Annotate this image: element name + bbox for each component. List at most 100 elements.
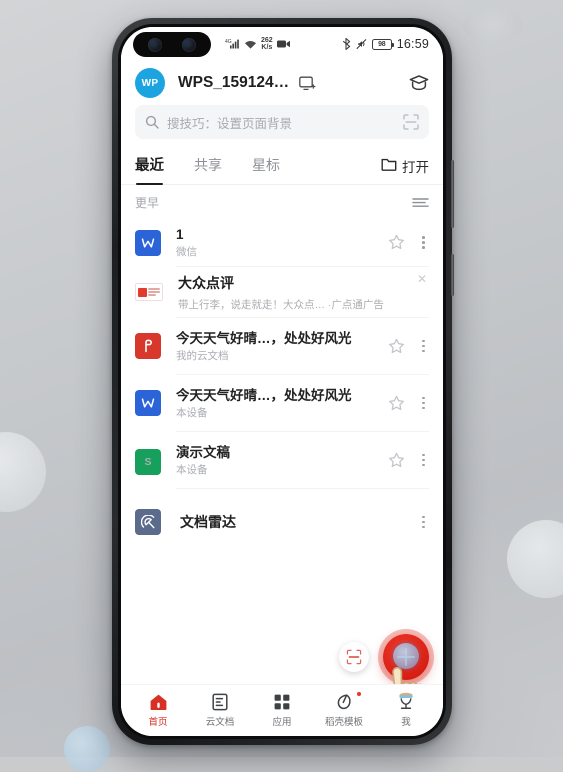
list-item-title: 1 xyxy=(176,227,184,242)
more-vertical-icon[interactable] xyxy=(418,514,429,531)
scan-fab[interactable] xyxy=(339,642,369,672)
apps-grid-icon xyxy=(273,692,291,711)
wifi-icon xyxy=(244,39,257,50)
ad-list-item[interactable]: 大众点评 带上行李，说走就走！大众点… ·广点通广告 ✕ xyxy=(135,267,429,317)
status-bar-clock: 16:59 xyxy=(396,37,429,51)
net-speed-unit: K/s xyxy=(261,44,273,51)
cast-screen-icon[interactable] xyxy=(299,76,316,91)
list-item-title: 今天天气好晴…，处处好风光 xyxy=(176,330,352,346)
pdf-file-icon xyxy=(135,333,161,359)
list-item-title: 文档雷达 xyxy=(180,514,236,530)
scan-frame-icon xyxy=(346,649,362,665)
punch-hole-camera xyxy=(133,32,211,57)
tab-shared[interactable]: 共享 xyxy=(194,155,222,177)
mute-icon xyxy=(356,38,367,50)
list-item[interactable]: 今天天气好晴…，处处好风光 我的云文档 xyxy=(135,318,429,374)
search-placeholder: 搜技巧：设置页面背景 xyxy=(167,116,293,131)
list-item[interactable]: 1 微信 xyxy=(135,219,429,266)
signal-icon: 4G xyxy=(225,38,240,50)
list-item-meta: 1 微信 xyxy=(176,227,388,258)
nav-label-home: 首页 xyxy=(148,716,168,728)
filter-sort-icon[interactable] xyxy=(412,196,429,208)
more-vertical-icon[interactable] xyxy=(418,338,429,355)
camera-lens-right xyxy=(182,37,196,52)
document-radar-icon xyxy=(135,509,161,535)
bottom-navigation-bar: 首页 云文档 应用 稻壳模板 我 xyxy=(121,684,443,736)
nav-item-profile[interactable]: 我 xyxy=(375,692,437,728)
battery-icon: 98 xyxy=(371,38,394,50)
avatar[interactable]: WP xyxy=(135,68,165,98)
search-input[interactable]: 搜技巧：设置页面背景 xyxy=(135,105,429,139)
tab-bar: 最近 共享 星标 打开 xyxy=(121,147,443,185)
network-speed-indicator: 262 K/s xyxy=(261,37,273,52)
search-icon xyxy=(145,115,159,129)
background-blur-bottom-left xyxy=(64,726,110,772)
spreadsheet-glyph: S xyxy=(144,455,152,468)
dianping-ad-icon xyxy=(135,283,163,301)
cloud-document-icon xyxy=(211,692,229,711)
nav-item-cloud-docs[interactable]: 云文档 xyxy=(189,692,251,728)
nav-item-templates[interactable]: 稻壳模板 xyxy=(313,691,375,728)
notification-badge-dot xyxy=(356,691,361,696)
ad-subtitle: 带上行李，说走就走！大众点… ·广点通广告 xyxy=(178,298,384,311)
tab-starred[interactable]: 星标 xyxy=(252,155,280,177)
word-file-icon xyxy=(135,229,161,256)
background-blur-top-right xyxy=(463,8,523,42)
list-item-meta: 演示文稿 本设备 xyxy=(176,445,388,476)
phone-screen: 4G 262 K/s 98 16:59 WP WPS_159124… 搜技巧：设… xyxy=(121,27,443,736)
svg-text:4G: 4G xyxy=(225,39,232,45)
star-outline-icon[interactable] xyxy=(388,338,405,355)
list-item-title: 演示文稿 xyxy=(176,444,230,460)
spreadsheet-file-icon: S xyxy=(135,448,161,475)
volume-button[interactable] xyxy=(451,160,454,228)
section-label: 更早 xyxy=(135,195,160,210)
power-button[interactable] xyxy=(451,254,454,296)
graduation-cap-icon[interactable] xyxy=(409,74,429,93)
status-bar-right-icons: 98 16:59 xyxy=(342,37,429,51)
scan-document-icon[interactable] xyxy=(403,114,419,130)
list-item[interactable]: 今天天气好晴…，处处好风光 本设备 xyxy=(135,375,429,431)
section-header: 更早 xyxy=(135,185,429,219)
list-item-subtitle: 本设备 xyxy=(176,463,208,476)
battery-level: 98 xyxy=(378,40,386,48)
search-bar-container: 搜技巧：设置页面背景 xyxy=(121,105,443,147)
document-list: 更早 1 微信 大众点评 带上行李，说走就走！大众点… ·广点通广告 ✕ 今天天… xyxy=(121,185,443,684)
template-leaf-icon xyxy=(335,692,353,711)
nav-item-apps[interactable]: 应用 xyxy=(251,692,313,728)
bluetooth-icon xyxy=(342,38,351,50)
star-outline-icon[interactable] xyxy=(388,395,405,412)
list-item-subtitle: 我的云文档 xyxy=(176,349,229,362)
list-item[interactable]: 文档雷达 xyxy=(135,497,429,547)
word-file-icon xyxy=(135,390,161,416)
more-vertical-icon[interactable] xyxy=(418,234,429,251)
app-header: WP WPS_159124… xyxy=(121,61,443,105)
ad-meta: 大众点评 带上行李，说走就走！大众点… ·广点通广告 xyxy=(178,273,429,312)
open-file-label: 打开 xyxy=(402,159,429,175)
nav-label-profile: 我 xyxy=(401,716,411,728)
camera-lens-left xyxy=(148,37,162,52)
divider xyxy=(176,488,429,489)
tab-recent[interactable]: 最近 xyxy=(135,154,164,185)
list-item-title: 今天天气好晴…，处处好风光 xyxy=(176,387,352,403)
nav-label-apps: 应用 xyxy=(272,716,292,728)
nav-label-templates: 稻壳模板 xyxy=(324,716,363,728)
new-document-fab[interactable] xyxy=(383,634,429,713)
background-blur-right xyxy=(507,520,563,598)
background-blur-left xyxy=(0,432,46,512)
star-outline-icon[interactable] xyxy=(388,234,405,251)
home-icon xyxy=(149,692,168,711)
video-record-icon xyxy=(276,39,291,49)
profile-avatar-icon xyxy=(396,692,416,711)
list-item-subtitle: 本设备 xyxy=(176,406,208,419)
page-title[interactable]: WPS_159124… xyxy=(178,74,289,92)
star-outline-icon[interactable] xyxy=(388,452,405,469)
list-item[interactable]: S 演示文稿 本设备 xyxy=(135,432,429,488)
phone-bezel: 4G 262 K/s 98 16:59 WP WPS_159124… 搜技巧：设… xyxy=(118,24,446,739)
touch-indicator xyxy=(393,643,419,669)
more-vertical-icon[interactable] xyxy=(418,395,429,412)
more-vertical-icon[interactable] xyxy=(418,452,429,469)
status-bar-left-icons: 4G 262 K/s xyxy=(225,27,291,61)
close-icon[interactable]: ✕ xyxy=(417,273,427,285)
open-file-button[interactable]: 打开 xyxy=(381,156,429,176)
nav-item-home[interactable]: 首页 xyxy=(127,692,189,728)
